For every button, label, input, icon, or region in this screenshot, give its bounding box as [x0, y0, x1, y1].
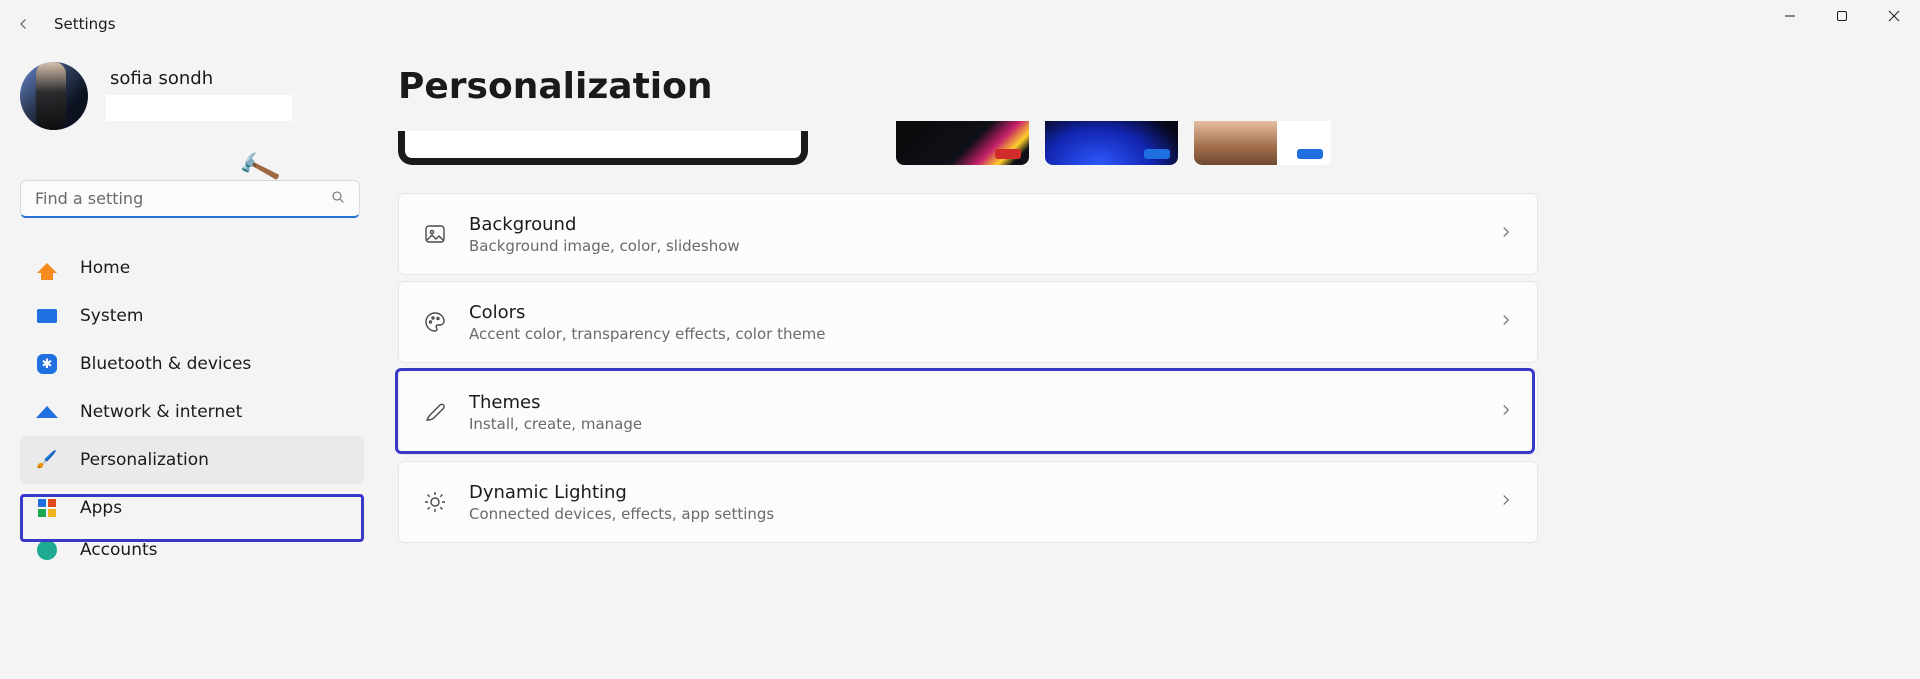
profile[interactable]: sofia sondh: [20, 58, 370, 136]
card-title: Dynamic Lighting: [469, 482, 1497, 503]
theme-thumb-3[interactable]: [1194, 121, 1331, 165]
profile-email: [106, 95, 292, 121]
nav-item-apps[interactable]: Apps: [20, 484, 364, 532]
page-title: Personalization: [398, 66, 1910, 107]
card-background[interactable]: Background Background image, color, slid…: [398, 193, 1538, 275]
content: Personalization Background Background im…: [398, 58, 1910, 549]
chevron-right-icon: [1497, 491, 1515, 513]
theme-preview-row: [398, 121, 1910, 165]
card-subtitle: Install, create, manage: [469, 415, 1497, 433]
window-title: Settings: [54, 15, 116, 33]
nav: Home System ✱ Bluetooth & devices Networ…: [20, 244, 364, 568]
theme-thumb-1[interactable]: [896, 121, 1029, 165]
palette-icon: [421, 308, 449, 336]
nav-label: Network & internet: [80, 402, 242, 422]
picture-icon: [421, 220, 449, 248]
nav-label: Home: [80, 258, 130, 278]
nav-item-accounts[interactable]: Accounts: [20, 532, 364, 568]
accent-swatch: [1297, 149, 1323, 159]
card-title: Themes: [469, 392, 1497, 413]
nav-item-home[interactable]: Home: [20, 244, 364, 292]
theme-thumb-2[interactable]: [1045, 121, 1178, 165]
brush-icon: 🖌️: [36, 449, 58, 471]
nav-item-network[interactable]: Network & internet: [20, 388, 364, 436]
nav-label: System: [80, 306, 143, 326]
search-wrap: 🔨: [20, 180, 360, 218]
card-subtitle: Accent color, transparency effects, colo…: [469, 325, 1497, 343]
nav-label: Accounts: [80, 540, 158, 560]
search-input[interactable]: [20, 180, 360, 218]
nav-item-personalization[interactable]: 🖌️ Personalization: [20, 436, 364, 484]
nav-item-bluetooth[interactable]: ✱ Bluetooth & devices: [20, 340, 364, 388]
chevron-right-icon: [1497, 223, 1515, 245]
avatar: [20, 62, 88, 130]
accent-swatch: [1144, 149, 1170, 159]
titlebar: Settings: [0, 0, 1920, 48]
wifi-icon: [36, 401, 58, 423]
card-colors[interactable]: Colors Accent color, transparency effect…: [398, 281, 1538, 363]
nav-label: Apps: [80, 498, 122, 518]
minimize-button[interactable]: [1764, 0, 1816, 32]
window-controls: [1764, 0, 1920, 32]
system-icon: [36, 305, 58, 327]
apps-icon: [36, 497, 58, 519]
search-icon: [330, 189, 346, 209]
brightness-icon: [421, 488, 449, 516]
desktop-preview[interactable]: [398, 131, 808, 165]
back-button[interactable]: [0, 15, 48, 33]
card-title: Background: [469, 214, 1497, 235]
profile-name: sofia sondh: [106, 62, 370, 93]
home-icon: [36, 257, 58, 279]
pen-icon: [421, 398, 449, 426]
bluetooth-icon: ✱: [36, 353, 58, 375]
chevron-right-icon: [1497, 401, 1515, 423]
card-subtitle: Background image, color, slideshow: [469, 237, 1497, 255]
accent-swatch: [995, 149, 1021, 159]
card-subtitle: Connected devices, effects, app settings: [469, 505, 1497, 523]
chevron-right-icon: [1497, 311, 1515, 333]
maximize-button[interactable]: [1816, 0, 1868, 32]
nav-item-system[interactable]: System: [20, 292, 364, 340]
nav-label: Bluetooth & devices: [80, 354, 251, 374]
nav-label: Personalization: [80, 450, 209, 470]
accounts-icon: [36, 539, 58, 561]
sidebar: sofia sondh 🔨 Home System ✱ Bluetooth & …: [0, 58, 370, 568]
close-button[interactable]: [1868, 0, 1920, 32]
card-dynamic-lighting[interactable]: Dynamic Lighting Connected devices, effe…: [398, 461, 1538, 543]
card-themes[interactable]: Themes Install, create, manage: [398, 369, 1538, 455]
card-title: Colors: [469, 302, 1497, 323]
